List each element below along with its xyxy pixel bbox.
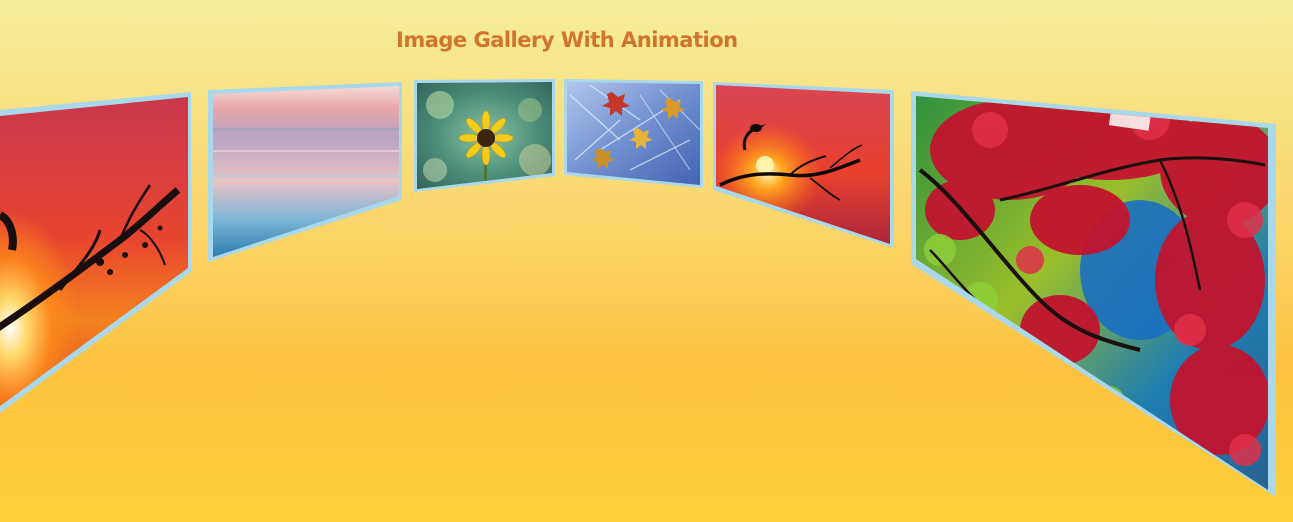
gallery-item-red-maple-tree[interactable] bbox=[910, 90, 1280, 500]
gallery-item-sunflower[interactable] bbox=[414, 78, 559, 193]
gallery-item-pastel-sea[interactable] bbox=[208, 80, 410, 265]
autumn-leaves-ice-image bbox=[567, 82, 700, 185]
gallery-item-sunset-branch[interactable] bbox=[0, 90, 200, 420]
sunset-bird-branch-image bbox=[716, 85, 890, 244]
gallery-item-autumn-leaves-ice[interactable] bbox=[564, 78, 706, 190]
image-carousel bbox=[0, 78, 1280, 500]
gallery-item-sunset-bird-branch[interactable] bbox=[712, 80, 897, 250]
pastel-sea-image bbox=[213, 86, 399, 257]
sunset-branch-image bbox=[0, 97, 188, 406]
